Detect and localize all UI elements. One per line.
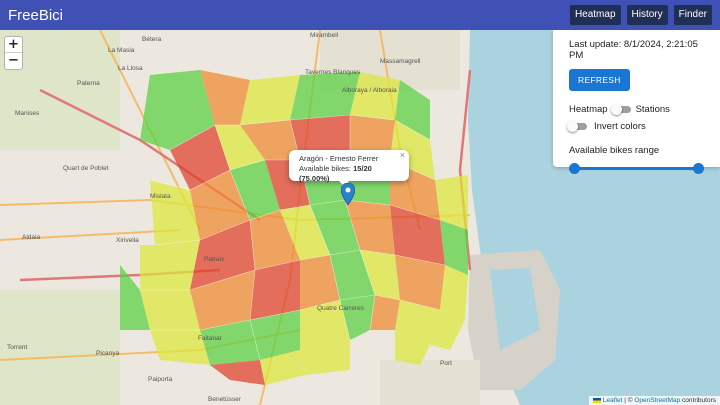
slider-min-thumb[interactable] (569, 163, 580, 174)
last-update-text: Last update: 8/1/2024, 2:21:05 PM (569, 39, 698, 61)
toggle-knob (567, 121, 578, 132)
place-label: Xirivella (116, 237, 139, 244)
place-label: Alboraya / Alboraia (342, 87, 397, 94)
place-label: Bétera (142, 36, 162, 43)
map-attribution: Leaflet | © OpenStreetMap contributors (589, 396, 720, 405)
station-marker-icon[interactable] (340, 182, 356, 210)
heatmap-label: Heatmap (569, 104, 608, 115)
place-label: Patraix (204, 256, 225, 263)
range-label: Available bikes range (569, 145, 660, 156)
finder-button[interactable]: Finder (673, 5, 712, 25)
place-label: Paterna (77, 80, 100, 87)
stations-label: Stations (635, 104, 670, 115)
place-label: Port (440, 360, 452, 367)
place-label: Torrent (7, 344, 28, 351)
place-label: Faitanar (198, 335, 222, 342)
zoom-out-button[interactable]: − (5, 53, 22, 69)
place-label: Aldaia (22, 234, 41, 241)
heatmap-stations-toggle-row: Heatmap Stations (569, 104, 704, 115)
place-label: Manises (15, 110, 40, 117)
toggle-knob (610, 104, 622, 115)
slider-rail (575, 167, 698, 170)
place-label: Picanya (96, 350, 120, 357)
place-label: Tavernes Blanques (305, 69, 361, 76)
app-title[interactable]: FreeBici (8, 7, 63, 24)
invert-colors-label: Invert colors (594, 121, 646, 132)
place-label: Mislata (150, 193, 171, 200)
heatmap-button[interactable]: Heatmap (569, 5, 621, 25)
zoom-in-button[interactable]: + (5, 37, 22, 53)
history-button[interactable]: History (626, 5, 668, 25)
place-label: La Masia (108, 47, 135, 54)
place-label: Quatre Carreres (317, 305, 364, 312)
popup-station-name: Aragón - Ernesto Ferrer (299, 154, 379, 163)
popup-close-button[interactable]: × (400, 150, 405, 160)
attribution-separator: | © (624, 397, 633, 404)
invert-colors-toggle[interactable] (567, 121, 587, 132)
popup-availability-label: Available bikes: (299, 164, 351, 173)
place-label: Quart de Poblet (63, 165, 109, 172)
top-navbar: FreeBici Heatmap History Finder (0, 0, 720, 30)
leaflet-link[interactable]: Leaflet (603, 397, 623, 404)
invert-colors-row: Invert colors (567, 121, 704, 132)
place-label: La Llosa (118, 65, 143, 72)
osm-link[interactable]: OpenStreetMap (634, 397, 680, 404)
station-popup: × Aragón - Ernesto Ferrer Available bike… (289, 150, 409, 183)
refresh-button[interactable]: REFRESH (569, 69, 630, 91)
control-panel: Last update: 8/1/2024, 2:21:05 PM REFRES… (553, 30, 720, 174)
zoom-control: + − (4, 36, 23, 70)
attribution-suffix: contributors (682, 397, 716, 404)
available-bikes-range-slider[interactable] (569, 162, 704, 174)
place-label: Massamagrell (380, 58, 421, 65)
slider-max-thumb[interactable] (693, 163, 704, 174)
ukraine-flag-icon (593, 397, 602, 403)
place-label: Mirambell (310, 32, 339, 39)
nav-buttons: Heatmap History Finder (569, 5, 712, 25)
place-label: Benetússer (208, 396, 241, 403)
place-label: Paiporta (148, 376, 173, 383)
heatmap-stations-toggle[interactable] (610, 104, 631, 115)
